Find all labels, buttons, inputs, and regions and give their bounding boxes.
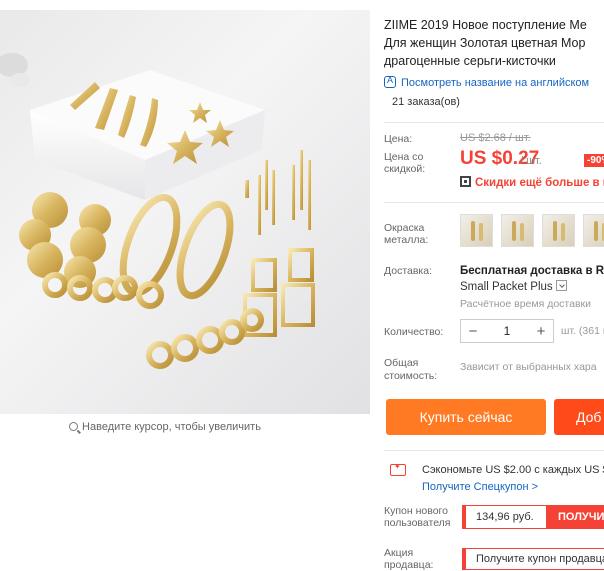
special-coupon-link[interactable]: Получите Спецкупон >: [422, 481, 538, 493]
color-swatch[interactable]: [542, 214, 575, 247]
quantity-stepper: − 1 +: [460, 319, 554, 343]
title-line-3: драгоценные серьги-кисточки: [384, 54, 556, 68]
translate-link[interactable]: Посмотреть название на английском: [384, 75, 590, 89]
discount-price-label-2: скидкой:: [384, 163, 426, 175]
seller-coupon-button[interactable]: Получите купон продавца: [462, 548, 604, 570]
shipping-method: Small Packet Plus: [460, 281, 553, 293]
image-gallery: Наведите курсор, чтобы увеличить: [0, 0, 370, 440]
shipping-title: Бесплатная доставка в Ru: [460, 265, 604, 277]
quantity-decrease-button[interactable]: −: [461, 323, 485, 340]
chevron-down-icon[interactable]: [555, 280, 567, 291]
product-info: ZIIME 2019 Новое поступление Ме Для женщ…: [384, 0, 604, 571]
old-price: US $2.68 / шт.: [460, 132, 531, 144]
product-photo[interactable]: [0, 10, 370, 414]
qr-code-icon: [460, 176, 471, 187]
divider: [384, 450, 604, 451]
product-title: ZIIME 2019 Новое поступление Ме Для женщ…: [384, 16, 604, 70]
title-line-2: Для женщин Золотая цветная Мор: [384, 36, 586, 50]
coupon-icon: [390, 462, 406, 476]
product-page: Наведите курсор, чтобы увеличить ZIIME 2…: [0, 0, 604, 571]
stock-info: шт. (361 ш: [561, 325, 604, 337]
divider: [384, 122, 604, 123]
color-label-1: Окраска: [384, 222, 425, 234]
total-label-2: стоимость:: [384, 370, 438, 382]
translate-link-text: Посмотреть название на английском: [401, 77, 590, 89]
get-coupon-button[interactable]: ПОЛУЧИ: [546, 505, 604, 529]
total-label-1: Общая: [384, 357, 419, 369]
title-line-1: ZIIME 2019 Новое поступление Ме: [384, 18, 587, 32]
quantity-increase-button[interactable]: +: [529, 323, 553, 340]
total-value: Зависит от выбранных хара: [460, 361, 597, 373]
shipping-estimate: Расчётное время доставки: [460, 298, 592, 310]
color-swatch[interactable]: [501, 214, 534, 247]
shipping-method-select[interactable]: Small Packet Plus: [460, 280, 567, 293]
earrings-illustration: [0, 53, 315, 369]
divider: [384, 202, 604, 203]
color-label-2: металла:: [384, 234, 429, 246]
new-user-coupon-value: 134,96 руб.: [462, 505, 548, 529]
price-label: Цена:: [384, 133, 413, 145]
discount-price-label-1: Цена со: [384, 151, 424, 163]
add-to-cart-button[interactable]: Доб: [554, 399, 604, 435]
new-user-coupon-label-2: пользователя: [384, 517, 451, 529]
qr-promo[interactable]: Скидки ещё больше в пр: [460, 176, 604, 189]
quantity-label: Количество:: [384, 326, 444, 338]
orders-count: 21 заказа(ов): [392, 96, 460, 108]
quantity-input[interactable]: 1: [485, 324, 529, 338]
buy-now-button[interactable]: Купить сейчас: [386, 399, 546, 435]
magnifier-icon: [69, 422, 79, 431]
discount-badge: -90%: [584, 154, 604, 167]
zoom-hint: Наведите курсор, чтобы увеличить: [0, 421, 330, 433]
qr-promo-text: Скидки ещё больше в пр: [475, 177, 604, 189]
color-swatch[interactable]: [583, 214, 604, 247]
color-swatch[interactable]: [460, 214, 493, 247]
zoom-hint-text: Наведите курсор, чтобы увеличить: [82, 421, 261, 433]
translate-icon: [384, 75, 396, 88]
new-user-coupon-label-1: Купон нового: [384, 505, 448, 517]
per-unit: / шт.: [520, 155, 542, 167]
seller-promo-label-1: Акция: [384, 547, 414, 559]
savings-text: Сэкономьте US $2.00 с каждых US $: [422, 464, 604, 476]
seller-promo-label-2: продавца:: [384, 559, 434, 571]
shipping-label: Доставка:: [384, 265, 433, 277]
